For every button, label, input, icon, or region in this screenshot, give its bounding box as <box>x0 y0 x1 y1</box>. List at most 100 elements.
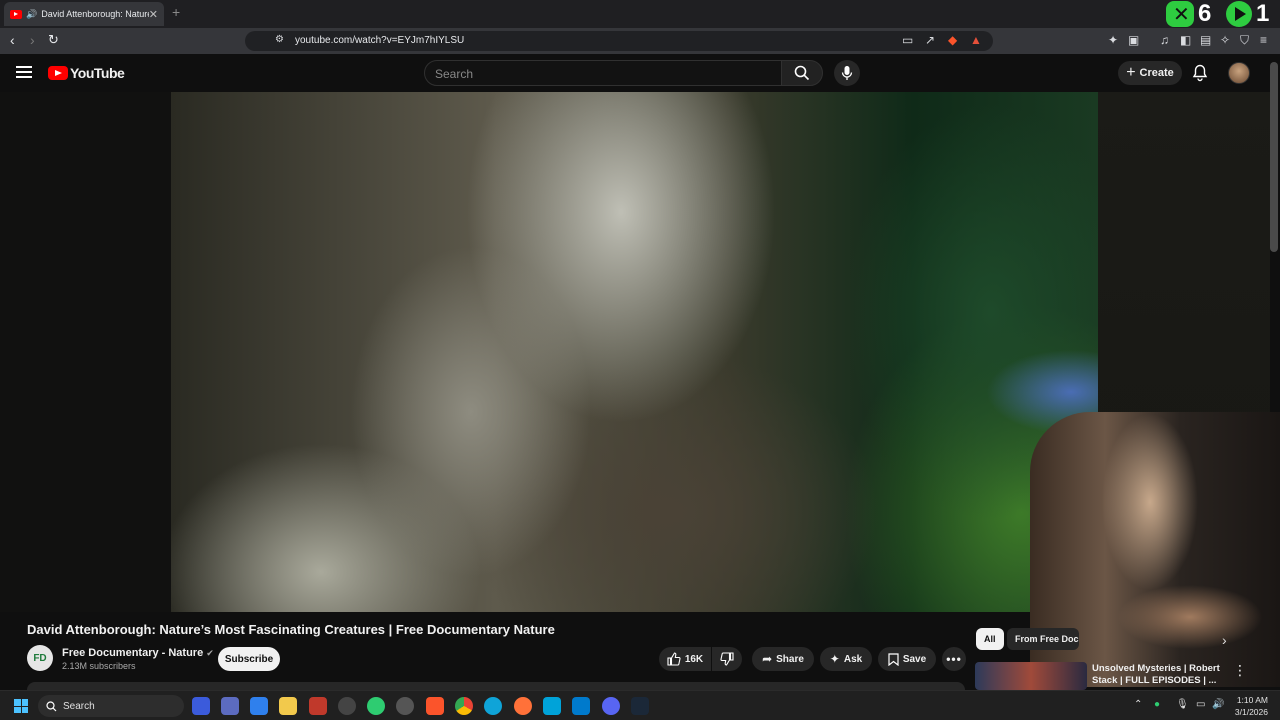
extensions-icon[interactable]: ✦ <box>1108 33 1118 47</box>
save-label: Save <box>902 653 927 665</box>
address-bar[interactable]: ⚙ youtube.com/watch?v=EYJm7hIYLSU <box>245 31 993 51</box>
page-scrollbar[interactable] <box>1270 62 1278 252</box>
new-tab-button[interactable]: + <box>172 4 180 20</box>
vpn-icon[interactable]: ⛉ <box>1240 33 1249 48</box>
green-play-icon <box>1226 1 1252 27</box>
brave-shields-icon[interactable]: ◆ <box>948 33 957 47</box>
steam-icon[interactable] <box>631 697 649 715</box>
video-backdrop-left <box>0 92 171 612</box>
more-actions-button[interactable]: ••• <box>942 647 966 671</box>
app-icon-3[interactable] <box>338 697 356 715</box>
plus-icon: + <box>1126 64 1136 81</box>
youtube-play-icon <box>48 66 68 80</box>
site-settings-icon[interactable]: ⚙ <box>275 34 284 45</box>
search-button[interactable] <box>781 60 823 86</box>
media-icon[interactable]: ♫ <box>1160 33 1169 47</box>
wallet-icon[interactable]: ▤ <box>1200 33 1211 47</box>
hamburger-menu-icon[interactable] <box>16 66 32 78</box>
chevron-right-icon[interactable]: › <box>1222 632 1227 648</box>
forward-icon[interactable]: › <box>30 32 35 48</box>
app-icon-1[interactable] <box>221 697 239 715</box>
extension-counter-value-1: 6 <box>1198 0 1212 27</box>
youtube-logo-text: YouTube <box>70 65 125 81</box>
sparkle-icon: ✦ <box>829 652 840 666</box>
share-label: Share <box>776 653 804 665</box>
video-player[interactable] <box>171 92 1098 612</box>
edge-icon[interactable] <box>484 697 502 715</box>
tab-title: David Attenborough: Nature <box>41 9 149 19</box>
subscribe-button[interactable]: Subscribe <box>218 647 280 671</box>
thumbs-up-icon <box>667 652 681 666</box>
tray-network-icon[interactable]: ▭ <box>1196 699 1205 710</box>
app-icon-4[interactable] <box>367 697 385 715</box>
speaker-icon[interactable]: 🔊 <box>26 9 37 20</box>
back-icon[interactable]: ‹ <box>10 32 15 48</box>
leo-ai-icon[interactable]: ✧ <box>1220 33 1230 47</box>
save-button[interactable]: Save <box>878 647 936 671</box>
like-count: 16K <box>684 653 704 665</box>
app-icon-6[interactable] <box>543 697 561 715</box>
taskbar-search[interactable]: Search <box>38 695 184 717</box>
description-box[interactable] <box>27 682 965 690</box>
notifications-button[interactable] <box>1192 64 1208 87</box>
more-vertical-icon[interactable]: ⋮ <box>1233 662 1247 679</box>
youtube-logo[interactable]: YouTube <box>48 65 125 81</box>
browser-tab-bar: 🔊 David Attenborough: Nature ✕ + ✕ 6 1 <box>0 0 1280 28</box>
taskbar-clock[interactable]: 1:10 AM 3/1/2026 <box>1228 694 1268 718</box>
vscode-icon[interactable] <box>572 697 590 715</box>
brave-rewards-icon[interactable]: ▲ <box>970 33 982 47</box>
app-icon-2[interactable] <box>250 697 268 715</box>
ask-button[interactable]: ✦ Ask <box>820 647 872 671</box>
youtube-favicon-icon <box>10 9 22 19</box>
voice-search-button[interactable] <box>834 60 860 86</box>
chrome-icon[interactable] <box>455 697 473 715</box>
tray-mic-icon[interactable]: 🎙 <box>1176 699 1189 710</box>
more-horizontal-icon: ••• <box>946 652 962 666</box>
brave-browser-icon[interactable] <box>426 697 444 715</box>
verified-icon: ✔ <box>206 648 214 658</box>
chip-from-channel[interactable]: From Free Doc <box>1007 628 1079 650</box>
discord-icon[interactable] <box>602 697 620 715</box>
recommendation-title[interactable]: Unsolved Mysteries | Robert Stack | FULL… <box>1092 663 1232 687</box>
share-page-icon[interactable]: ↗ <box>925 33 935 47</box>
screenshot-icon[interactable]: ▣ <box>1128 33 1139 47</box>
task-view-icon[interactable] <box>192 697 210 715</box>
tray-app-icon[interactable]: ● <box>1154 699 1160 710</box>
url-text: youtube.com/watch?v=EYJm7hIYLSU <box>295 35 465 46</box>
app-icon-5[interactable] <box>396 697 414 715</box>
app-icon-netflix[interactable] <box>309 697 327 715</box>
chip-all[interactable]: All <box>976 628 1004 650</box>
extension-counter-1[interactable]: ✕ 6 <box>1166 0 1212 27</box>
search-input[interactable]: Search <box>424 60 782 86</box>
clock-date: 3/1/2026 <box>1234 707 1268 717</box>
share-button[interactable]: ➦ Share <box>752 647 814 671</box>
channel-name-text: Free Documentary - Nature <box>62 647 204 659</box>
close-tab-icon[interactable]: ✕ <box>149 8 158 21</box>
windows-start-icon[interactable] <box>14 699 28 713</box>
taskbar-search-icon <box>46 700 57 711</box>
firefox-icon[interactable] <box>514 697 532 715</box>
create-button[interactable]: + Create <box>1118 61 1182 85</box>
tray-overflow-icon[interactable]: ⌃ <box>1134 699 1142 710</box>
bookmark-save-icon <box>888 652 899 666</box>
user-avatar[interactable] <box>1228 62 1250 84</box>
channel-avatar[interactable]: FD <box>27 645 53 671</box>
sidebar-icon[interactable]: ◧ <box>1180 33 1191 47</box>
youtube-header: YouTube Search + Create <box>0 54 1280 92</box>
extension-counter-value-2: 1 <box>1256 0 1270 27</box>
cast-icon[interactable]: ▭ <box>902 33 913 47</box>
windows-taskbar: Search ⌃ ● 🎙 ▭ 🔊 1:10 AM 3/1/2026 <box>0 690 1280 720</box>
subscriber-count: 2.13M subscribers <box>62 661 136 671</box>
extension-counter-2[interactable]: 1 <box>1226 0 1270 27</box>
browser-tab[interactable]: 🔊 David Attenborough: Nature ✕ <box>4 2 164 26</box>
search-icon <box>794 65 810 81</box>
tray-volume-icon[interactable]: 🔊 <box>1212 699 1224 710</box>
menu-icon[interactable]: ≡ <box>1260 33 1267 47</box>
channel-name[interactable]: Free Documentary - Nature ✔ <box>62 647 214 659</box>
reload-icon[interactable]: ↻ <box>48 32 59 48</box>
bell-icon <box>1192 64 1208 82</box>
dislike-button[interactable] <box>712 647 742 671</box>
like-button[interactable]: 16K <box>659 647 711 671</box>
file-explorer-icon[interactable] <box>279 697 297 715</box>
recommendation-thumbnail[interactable] <box>975 662 1087 690</box>
